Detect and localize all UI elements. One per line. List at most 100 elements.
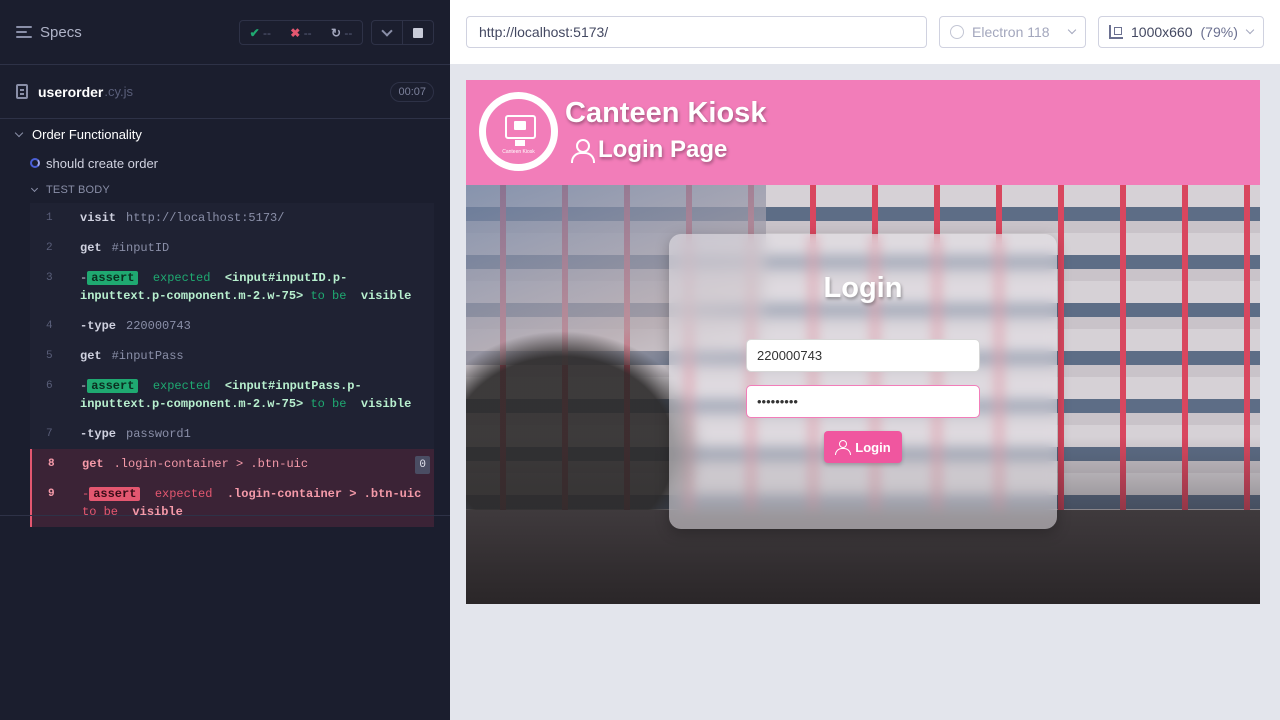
stop-icon [413, 27, 423, 38]
command-number: 2 [46, 242, 53, 254]
assert-expected: expected [154, 487, 213, 501]
url-input[interactable] [466, 16, 927, 48]
command-name: get [80, 241, 102, 255]
assert-expected: expected [152, 379, 211, 393]
assert-to-be: to be [82, 505, 119, 519]
command-name: get [80, 349, 102, 363]
suite-row[interactable]: Order Functionality [0, 119, 450, 149]
reporter-panel: Specs ✔ -- ✖ -- ↻ -- userorder .cy.js 00… [0, 0, 450, 720]
app-under-test: Canteen Kiosk Canteen Kiosk Login Page L… [466, 80, 1260, 604]
command-number: 1 [46, 212, 53, 224]
command-row[interactable]: 7 -type password1 [30, 419, 434, 449]
login-button[interactable]: Login [824, 431, 902, 463]
browser-label: Electron 118 [972, 24, 1050, 40]
command-number: 6 [46, 380, 53, 392]
store-icon [514, 121, 526, 130]
assert-badge: assert [87, 271, 139, 285]
command-row-failed[interactable]: 9 - assert expected .login-container > .b… [30, 479, 434, 527]
page-title-text: Login Page [598, 136, 728, 163]
viewport-size: 1000x660 [1131, 24, 1193, 40]
command-number: 5 [46, 350, 53, 362]
passed-icon: ✔ [249, 25, 260, 40]
command-row[interactable]: 2 get #inputID [30, 233, 434, 263]
failed-count: -- [303, 25, 312, 40]
command-row[interactable]: 3 - assert expected <input#inputID.p-inpu… [30, 263, 434, 311]
collapse-button[interactable] [372, 21, 403, 44]
command-name: visit [80, 211, 117, 225]
viewport-selector[interactable]: 1000x660 (79%) [1098, 16, 1264, 48]
logo-caption: Canteen Kiosk [502, 149, 535, 155]
login-container: Login Login [669, 234, 1057, 529]
spec-file-row[interactable]: userorder .cy.js 00:07 [0, 65, 450, 119]
page-title: Login Page [570, 136, 727, 164]
login-heading: Login [823, 272, 903, 304]
assert-state: visible [360, 289, 412, 303]
chevron-down-icon [30, 184, 39, 193]
command-row[interactable]: 1 visit http://localhost:5173/ [30, 203, 434, 233]
app-header: Canteen Kiosk Canteen Kiosk Login Page [466, 80, 1260, 185]
app-logo: Canteen Kiosk [479, 92, 558, 171]
assert-to-be: to be [310, 289, 347, 303]
document-icon [16, 84, 28, 99]
login-button-label: Login [855, 439, 891, 455]
command-message: password1 [126, 427, 191, 441]
aut-header: Electron 118 1000x660 (79%) [450, 0, 1280, 64]
pending-count: -- [344, 25, 353, 40]
suite-title: Order Functionality [32, 126, 142, 142]
test-stats: ✔ -- ✖ -- ↻ -- [239, 20, 363, 45]
assert-badge: assert [87, 379, 139, 393]
command-name: -type [80, 427, 117, 441]
command-name: -type [80, 319, 117, 333]
run-controls [371, 20, 434, 45]
running-spinner-icon [30, 158, 40, 168]
chevron-down-icon [381, 24, 393, 37]
browser-selector[interactable]: Electron 118 [939, 16, 1086, 48]
command-log: 1 visit http://localhost:5173/ 2 get #inpu… [30, 203, 434, 527]
command-row[interactable]: 4 -type 220000743 [30, 311, 434, 341]
specs-list-icon [16, 26, 32, 38]
user-icon [835, 440, 852, 455]
command-message: #inputID [111, 241, 170, 255]
app-title: Canteen Kiosk [565, 97, 767, 129]
assert-state: visible [132, 505, 183, 519]
command-message: #inputPass [111, 349, 184, 363]
spec-file-name: userorder [38, 83, 104, 100]
monitor-icon [505, 115, 536, 146]
chevron-down-icon [1245, 25, 1255, 35]
assert-state: visible [360, 397, 412, 411]
assert-selector: .login-container > .btn-uic [226, 487, 422, 501]
specs-button[interactable]: Specs [16, 24, 82, 41]
test-title: should create order [46, 155, 159, 171]
assert-badge: assert [89, 487, 141, 501]
command-row[interactable]: 5 get #inputPass [30, 341, 434, 371]
pending-icon: ↻ [330, 25, 341, 40]
command-row-failed[interactable]: 8 get .login-container > .btn-uic 0 [30, 449, 434, 479]
user-icon [570, 138, 595, 163]
test-body-header[interactable]: TEST BODY [0, 177, 450, 203]
assert-expected: expected [152, 271, 211, 285]
command-number: 4 [46, 320, 53, 332]
failed-icon: ✖ [290, 25, 301, 40]
passed-count: -- [263, 25, 272, 40]
assert-to-be: to be [310, 397, 347, 411]
command-number: 3 [46, 272, 53, 284]
command-message: http://localhost:5173/ [126, 211, 285, 225]
command-message: .login-container > .btn-uic [113, 457, 309, 471]
chevron-down-icon [1067, 25, 1077, 35]
command-number: 7 [46, 428, 53, 440]
password-input[interactable] [746, 385, 980, 418]
stop-button[interactable] [403, 21, 433, 44]
spec-file-ext: .cy.js [104, 84, 134, 99]
command-message: 220000743 [126, 319, 191, 333]
command-row[interactable]: 6 - assert expected <input#inputPass.p-in… [30, 371, 434, 419]
viewport-scale: (79%) [1200, 24, 1238, 40]
user-id-input[interactable] [746, 339, 980, 372]
specs-label: Specs [40, 23, 82, 41]
test-body-label: TEST BODY [46, 184, 110, 196]
chevron-down-icon [14, 128, 24, 137]
viewport-icon [1109, 25, 1123, 39]
run-duration: 00:07 [390, 82, 434, 102]
electron-icon [950, 25, 964, 39]
test-row[interactable]: should create order [0, 149, 450, 177]
command-name: get [82, 457, 104, 471]
